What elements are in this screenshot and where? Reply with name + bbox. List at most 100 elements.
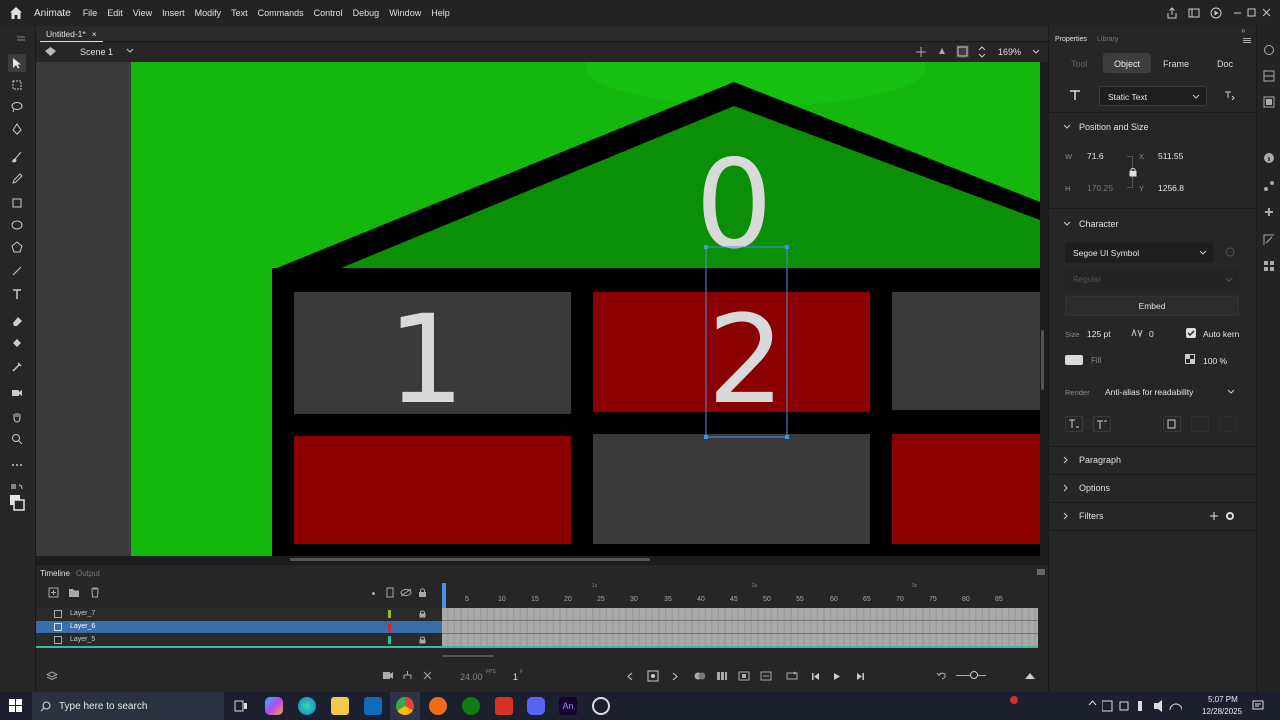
eraser-tool-icon[interactable] [8,312,26,330]
prev-keyframe-icon[interactable] [626,672,634,681]
subtab-object[interactable]: Object [1114,59,1140,69]
zoom-tool-icon[interactable] [8,430,26,448]
chevron-right-icon[interactable] [1063,484,1069,492]
paint-bucket-tool-icon[interactable] [8,334,26,352]
menu-modify[interactable]: Modify [195,8,222,18]
tab-properties[interactable]: Properties [1055,36,1087,43]
layer-row[interactable]: Layer_5 [36,634,442,646]
copilot-icon[interactable] [265,697,283,715]
menu-window[interactable]: Window [389,8,421,18]
superscript-button[interactable] [1093,416,1111,432]
info-icon[interactable] [1263,152,1275,164]
chrome-icon[interactable] [396,697,414,715]
timeline-zoom-thumb[interactable] [970,671,978,679]
paragraph-heading[interactable]: Paragraph [1079,455,1121,465]
motion-presets-icon[interactable] [1263,180,1275,192]
rectangle-tool-icon[interactable] [8,194,26,212]
camera-toggle-icon[interactable] [382,671,394,680]
home-icon[interactable] [4,0,28,26]
more-tools-icon[interactable] [8,456,26,474]
outlook-icon[interactable] [364,697,382,715]
tab-output[interactable]: Output [76,569,100,578]
step-back-icon[interactable] [811,672,821,681]
zoom-stepper-icon[interactable] [978,45,986,59]
undo-zoom-icon[interactable] [936,671,947,681]
menu-debug[interactable]: Debug [353,8,380,18]
scene-icon[interactable] [44,46,57,57]
chevron-down-icon[interactable] [1063,221,1071,227]
assets-icon[interactable] [1263,44,1275,56]
frames-grid[interactable] [442,608,1038,646]
visibility-icon[interactable] [400,588,412,597]
menu-view[interactable]: View [133,8,152,18]
next-keyframe-icon[interactable] [671,672,679,681]
task-view-icon[interactable] [232,697,250,715]
size-value[interactable]: 125 pt [1087,329,1111,339]
menu-control[interactable]: Control [314,8,343,18]
filter-settings-icon[interactable] [1225,511,1235,521]
frame-options-icon[interactable] [422,670,433,681]
position-size-heading[interactable]: Position and Size [1079,122,1149,132]
insert-keyframe-icon[interactable] [647,670,659,682]
discord-icon[interactable] [527,697,545,715]
timeline-scrollbar[interactable] [442,655,494,657]
cell-number-2[interactable]: 2 [707,289,785,431]
animate-icon[interactable]: An [559,697,577,715]
stage-artwork[interactable]: 0 1 2 [36,62,1040,556]
subtab-doc[interactable]: Doc [1217,59,1233,69]
windows-start-icon[interactable] [9,699,22,712]
center-frame-icon[interactable] [738,671,750,681]
swatches-icon[interactable] [1263,260,1275,272]
chevron-right-icon[interactable] [1063,456,1069,464]
file-explorer-icon[interactable] [331,697,349,715]
menu-help[interactable]: Help [431,8,450,18]
test-movie-icon[interactable] [1210,7,1222,19]
pen-tool-icon[interactable] [8,120,26,138]
selectable-text-button[interactable] [1163,416,1181,432]
autokern-checkbox[interactable] [1186,328,1196,338]
hand-tool-icon[interactable] [8,408,26,426]
app-orange-icon[interactable] [429,697,447,715]
taskbar-search[interactable]: Type here to search [32,692,224,720]
fill-color-swatch[interactable] [1065,355,1083,365]
character-heading[interactable]: Character [1079,219,1119,229]
free-transform-tool-icon[interactable] [8,76,26,94]
lock-all-icon[interactable] [418,587,427,598]
polystar-tool-icon[interactable] [8,238,26,256]
new-folder-icon[interactable] [68,587,80,598]
color-panel-icon[interactable] [1263,70,1275,82]
pencil-tool-icon[interactable] [8,170,26,188]
subscript-button[interactable] [1065,416,1083,432]
step-forward-icon[interactable] [855,672,865,681]
edge-icon[interactable] [298,697,316,715]
h-value[interactable]: 170.25 [1087,183,1113,193]
collapse-icon[interactable] [12,30,30,48]
menu-commands[interactable]: Commands [258,8,304,18]
align-icon[interactable] [1263,96,1275,108]
current-frame[interactable]: 1 [513,672,518,682]
share-icon[interactable] [1166,7,1178,19]
transform-icon[interactable] [1263,234,1275,246]
stage-horizontal-scrollbar[interactable] [290,558,650,561]
panel-collapse-icon[interactable]: » [1241,26,1245,35]
layer-row-selected[interactable]: Layer_6 [36,621,442,633]
zoom-level[interactable]: 169% [998,47,1021,57]
fill-stroke-swatch[interactable] [8,494,26,512]
render-select[interactable]: Anti-alias for readability [1097,382,1237,402]
line-tool-icon[interactable] [8,262,26,280]
fps-value[interactable]: 24.00 [460,672,483,682]
layer-color-swatch[interactable] [388,623,391,631]
obs-icon[interactable] [592,697,610,715]
highlight-layers-icon[interactable] [372,592,375,595]
tray-icons[interactable] [1102,700,1182,712]
clock-time[interactable]: 5:07 PM [1208,695,1238,704]
subtab-tool[interactable]: Tool [1071,59,1088,69]
text-tool-icon[interactable] [8,285,26,303]
layer-row[interactable]: Layer_7 [36,608,442,620]
font-family-select[interactable]: Segoe UI Symbol [1065,243,1213,263]
filters-heading[interactable]: Filters [1079,511,1104,521]
clock-date[interactable]: 12/28/2025 [1202,707,1242,716]
layers-icon[interactable] [46,671,58,681]
x-value[interactable]: 511.55 [1158,151,1183,161]
text-type-select[interactable]: Static Text [1099,86,1207,106]
